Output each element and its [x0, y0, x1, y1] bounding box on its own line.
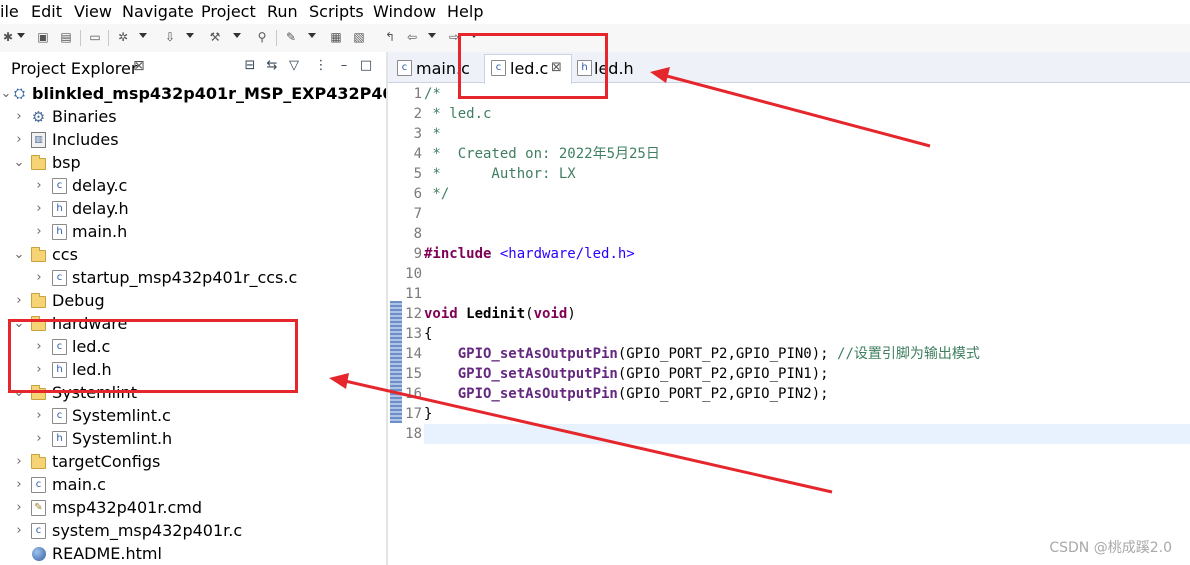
watermark: CSDN @桃成蹊2.0	[1049, 540, 1172, 556]
annotation-arrows	[329, 67, 931, 494]
annotation-arrow-line	[662, 73, 931, 148]
annotation-arrowhead	[650, 67, 670, 83]
annotation-arrowhead	[329, 373, 349, 389]
annotation-arrow-line	[344, 379, 833, 494]
